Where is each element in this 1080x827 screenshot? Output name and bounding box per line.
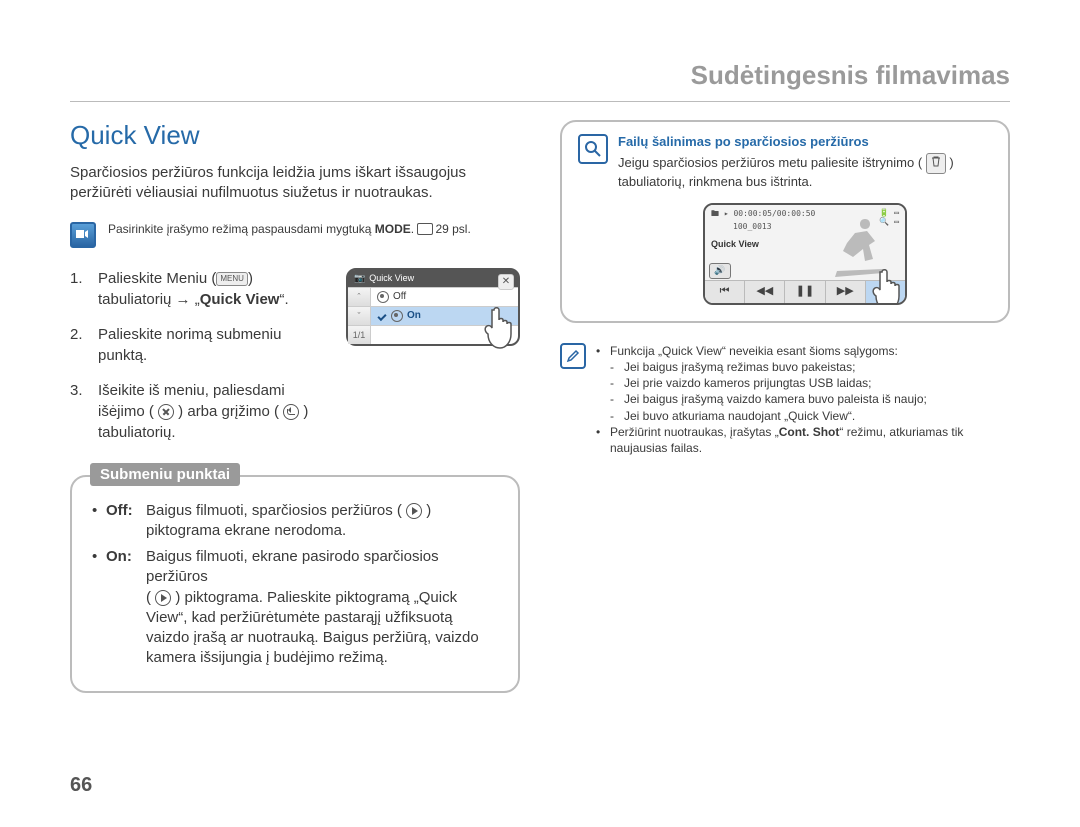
delete-info-box: Failų šalinimas po sparčiosios peržiūros… <box>560 120 1010 323</box>
lcd2-fwd-btn: ▶▶ <box>826 281 866 303</box>
submenu-on: • On: Baigus filmuoti, ekrane pasirodo s… <box>92 547 498 669</box>
lcd2-quickview-label: Quick View <box>711 239 759 249</box>
quickview-play-icon <box>406 503 422 519</box>
trash-icon <box>926 153 946 174</box>
lcd-camera-icon: 📷 <box>354 273 365 284</box>
lcd-on-label: On <box>407 310 421 321</box>
off-text-a: Baigus filmuoti, sparčiosios peržiūros ( <box>146 502 406 519</box>
note-line-1: •Funkcija „Quick View“ neveikia esant ši… <box>596 343 1010 359</box>
mode-note-btn: MODE <box>375 222 411 236</box>
header-rule <box>70 101 1010 102</box>
note-l2a: Peržiūrint nuotraukas, įrašytas „ <box>610 425 779 439</box>
submenu-box: Submeniu punktai • Off: Baigus filmuoti,… <box>70 475 520 693</box>
submenu-title: Submeniu punktai <box>90 463 240 486</box>
intro-text: Sparčiosios peržiūros funkcija leidžia j… <box>70 163 520 204</box>
page-number: 66 <box>70 774 92 797</box>
note-l2b: Cont. Shot <box>779 425 840 439</box>
left-column: Quick View Sparčiosios peržiūros funkcij… <box>70 120 520 693</box>
lcd-off-label: Off <box>393 291 406 302</box>
on-text-1: Baigus filmuoti, ekrane pasirodo sparčio… <box>146 548 439 585</box>
mode-note: Pasirinkite įrašymo režimą paspausdami m… <box>70 222 520 248</box>
magnifier-icon <box>578 134 608 164</box>
submenu-off: • Off: Baigus filmuoti, sparčiosios perž… <box>92 501 498 542</box>
check-icon <box>377 311 387 321</box>
delete-info-a: Jeigu sparčiosios peržiūros metu paliesi… <box>618 155 926 170</box>
touch-hand-icon <box>480 304 522 354</box>
note-box: •Funkcija „Quick View“ neveikia esant ši… <box>560 343 1010 456</box>
lcd-down-icon: ˇ <box>348 307 371 325</box>
on-text-2b: ) piktograma. Palieskite piktogramą „Qui… <box>146 589 479 667</box>
return-icon <box>283 404 299 420</box>
quickview-play-icon-2 <box>155 590 171 606</box>
lcd-up-icon: ˆ <box>348 288 371 306</box>
note-d4: -Jei buvo atkuriama naudojant „Quick Vie… <box>596 408 1010 424</box>
header-title: Sudėtingesnis filmavimas <box>70 60 1010 101</box>
lcd2-rew-btn: ◀◀ <box>745 281 785 303</box>
on-label: On: <box>106 548 132 565</box>
menu-button-icon: MENU <box>216 272 248 286</box>
step-2: 2. Palieskite norimą submeniu punktą. <box>70 324 328 366</box>
note-d1: -Jei baigus įrašymą režimas buvo pakeist… <box>596 359 1010 375</box>
lcd2-time: 00:00:05/00:00:50 <box>733 209 815 218</box>
step-3: 3. Išeikite iš meniu, paliesdami išėjimo… <box>70 380 328 443</box>
steps-list: 1. Palieskite Meniu (MENU) tabuliatorių … <box>70 268 328 457</box>
lcd2-volume-icon: 🔊 <box>709 263 731 279</box>
step-1: 1. Palieskite Meniu (MENU) tabuliatorių … <box>70 268 328 310</box>
radio-off-icon <box>377 291 389 303</box>
touch-hand-icon-2 <box>867 266 907 305</box>
page-ref-icon <box>417 223 433 235</box>
menu-screenshot: 📷 Quick View ✕ ˆ Off ˇ On 1/1 <box>346 268 520 346</box>
step3-b: ) arba grįžimo ( <box>174 403 283 420</box>
right-column: Failų šalinimas po sparčiosios peržiūros… <box>560 120 1010 693</box>
lcd-page: 1/1 <box>348 326 371 344</box>
mode-note-post: . <box>411 222 418 236</box>
note-d2: -Jei prie vaizdo kameros prijungtas USB … <box>596 375 1010 391</box>
section-title: Quick View <box>70 120 520 151</box>
step2-text: Palieskite norimą submeniu punktą. <box>98 324 328 366</box>
note-d3: -Jei baigus įrašymą vaizdo kamera buvo p… <box>596 391 1010 407</box>
step1-c: “. <box>279 291 288 308</box>
lcd2-folder-icon: 🖿 <box>711 209 719 218</box>
exit-icon <box>158 404 174 420</box>
note-pencil-icon <box>560 343 586 369</box>
mode-note-page: 29 psl. <box>435 222 470 236</box>
step1-a: Palieskite Meniu ( <box>98 270 216 287</box>
off-label: Off: <box>106 502 133 519</box>
note-line-2: •Peržiūrint nuotraukas, įrašytas „Cont. … <box>596 424 1010 456</box>
lcd2-prev-btn: ⏮ <box>705 281 745 303</box>
lcd-title: Quick View <box>369 273 414 283</box>
lcd2-folder: 100_0013 <box>733 222 772 231</box>
mode-note-pre: Pasirinkite įrašymo režimą paspausdami m… <box>108 222 375 236</box>
on-text-2a: ( <box>146 589 155 606</box>
lcd-close-icon: ✕ <box>498 274 514 290</box>
lcd2-pause-btn: ❚❚ <box>785 281 825 303</box>
record-mode-icon <box>70 222 96 248</box>
playback-screenshot: 🖿 ▸ 00:00:05/00:00:50100_0013 🔋 ▭🔍 ▭ Qui… <box>703 203 907 305</box>
radio-on-icon <box>391 310 403 322</box>
delete-info-title: Failų šalinimas po sparčiosios peržiūros <box>618 134 992 149</box>
step1-bold: Quick View <box>200 291 280 308</box>
